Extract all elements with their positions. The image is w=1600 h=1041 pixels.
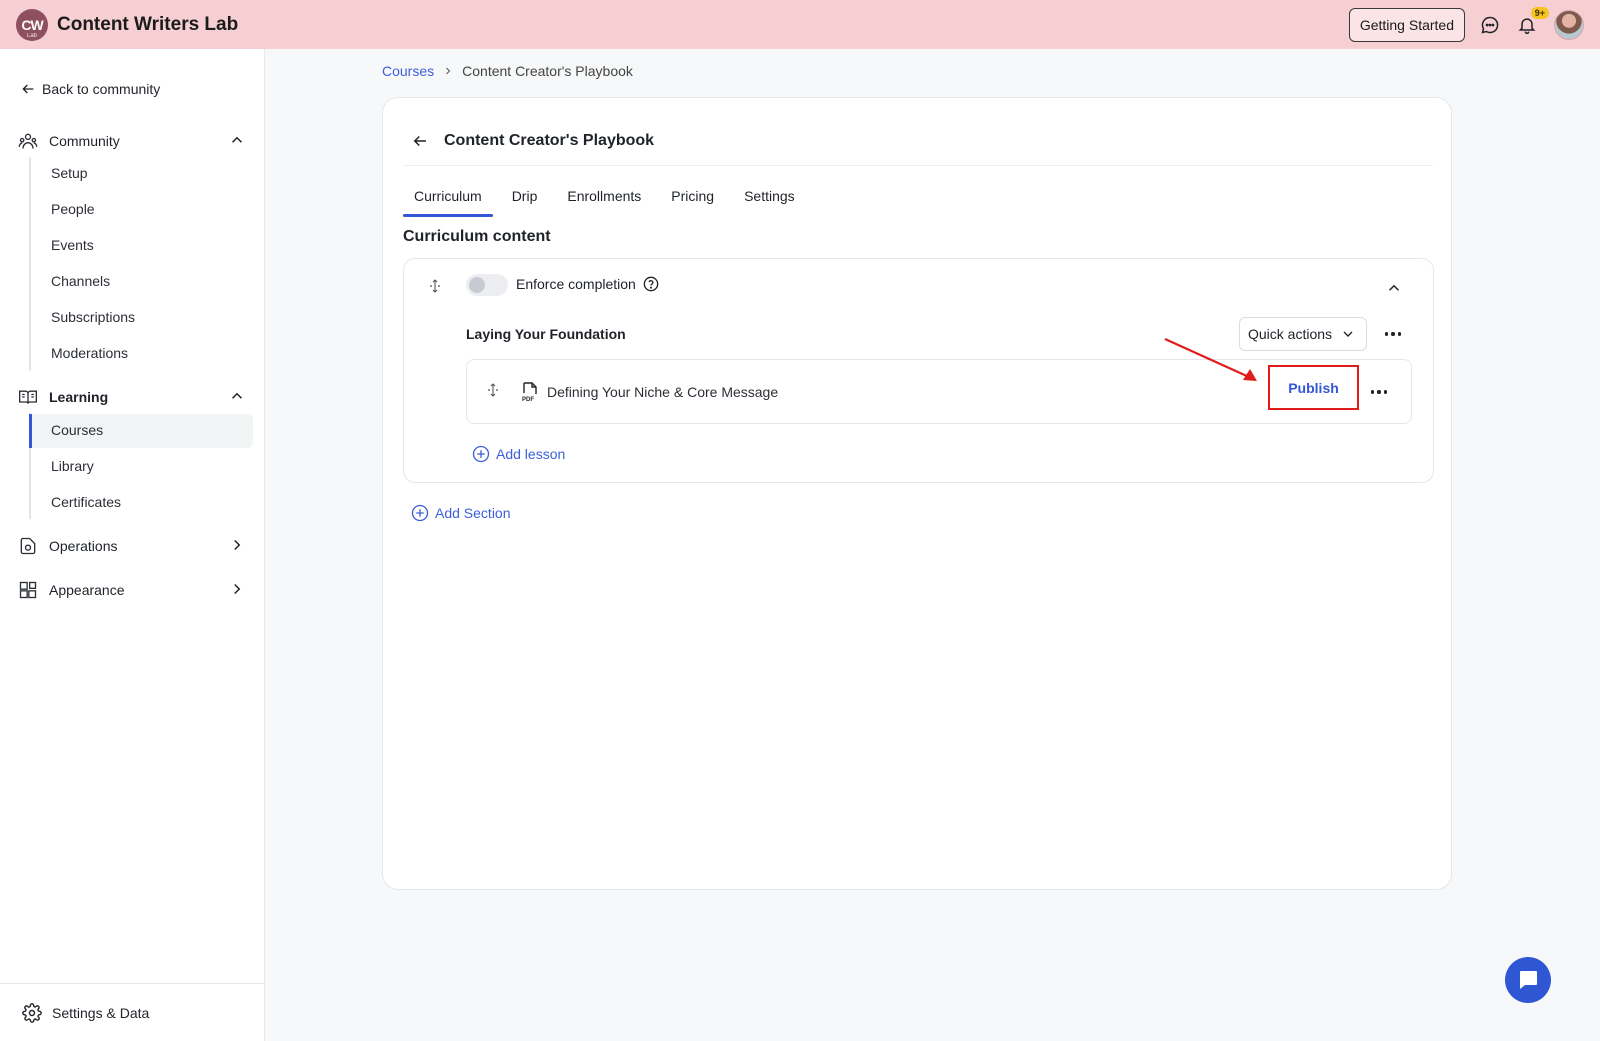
community-logo[interactable]: CW Lab (16, 8, 48, 41)
sidebar-section-community-label: Community (49, 133, 120, 149)
community-tree-line (29, 157, 31, 371)
back-link-label: Back to community (42, 81, 161, 97)
svg-text:PDF: PDF (522, 397, 534, 402)
sidebar-section-learning[interactable]: Learning (18, 387, 248, 407)
sidebar-section-appearance[interactable]: Appearance (18, 580, 248, 600)
book-icon (19, 390, 37, 404)
sidebar-item-subscriptions[interactable]: Subscriptions (51, 309, 135, 325)
chat-bubble-icon (1520, 971, 1537, 989)
sidebar-section-operations[interactable]: Operations (18, 536, 248, 556)
sidebar: Back to community Community Setup People… (0, 49, 265, 1041)
enforce-completion-label: Enforce completion (516, 276, 636, 292)
sidebar-item-moderations[interactable]: Moderations (51, 345, 128, 361)
tab-drip[interactable]: Drip (501, 186, 549, 216)
notification-badge: 9+ (1530, 7, 1549, 19)
back-to-community-link[interactable]: Back to community (20, 81, 160, 97)
logo-text: CW (21, 16, 43, 33)
bell-icon[interactable]: 9+ (1515, 7, 1549, 37)
appearance-icon (19, 581, 37, 599)
chevron-up-icon[interactable] (228, 131, 246, 149)
gear-icon (22, 1002, 42, 1023)
chevron-down-icon (1343, 331, 1353, 337)
plus-circle-icon (472, 445, 490, 463)
sidebar-item-setup[interactable]: Setup (51, 165, 88, 181)
arrow-left-icon (22, 84, 34, 94)
tab-enrollments[interactable]: Enrollments (556, 186, 652, 216)
chevron-right-icon[interactable] (228, 536, 246, 554)
top-bar: CW Lab Content Writers Lab Getting Start… (0, 0, 1600, 49)
add-section-button[interactable]: Add Section (411, 504, 511, 522)
breadcrumb-courses-link[interactable]: Courses (382, 63, 434, 79)
back-arrow-icon[interactable] (411, 132, 429, 150)
community-icon (18, 133, 38, 149)
course-title: Content Creator's Playbook (444, 131, 655, 149)
tab-settings[interactable]: Settings (733, 186, 806, 216)
toggle-knob (469, 277, 485, 293)
add-lesson-button[interactable]: Add lesson (472, 445, 565, 463)
section-name: Laying Your Foundation (466, 326, 626, 342)
add-section-label: Add Section (435, 505, 511, 521)
drag-handle-icon[interactable] (427, 278, 443, 294)
chevron-right-icon (446, 67, 451, 75)
sidebar-item-certificates[interactable]: Certificates (51, 494, 121, 510)
settings-data-label: Settings & Data (52, 1004, 150, 1021)
top-bar-actions: Getting Started 9+ (1348, 7, 1584, 42)
help-circle-icon[interactable] (643, 276, 659, 292)
brand-name[interactable]: Content Writers Lab (57, 14, 238, 36)
section-more-icon[interactable] (1381, 322, 1405, 346)
drag-handle-icon[interactable] (485, 382, 501, 398)
course-card: Content Creator's Playbook Curriculum Dr… (382, 97, 1452, 890)
add-lesson-label: Add lesson (496, 446, 566, 462)
annotation-arrow-icon (1164, 337, 1257, 381)
getting-started-button[interactable]: Getting Started (1348, 8, 1465, 42)
course-tabs: Curriculum Drip Enrollments Pricing Sett… (403, 186, 814, 217)
sidebar-item-channels[interactable]: Channels (51, 273, 110, 289)
curriculum-section: Enforce completion Laying Your Foundatio… (403, 258, 1434, 483)
tab-curriculum[interactable]: Curriculum (403, 186, 493, 217)
lesson-title: Defining Your Niche & Core Message (547, 384, 779, 400)
chevron-up-icon[interactable] (1385, 279, 1403, 297)
sidebar-item-events[interactable]: Events (51, 237, 94, 253)
sidebar-section-learning-label: Learning (49, 389, 109, 405)
sidebar-section-community[interactable]: Community (18, 131, 248, 151)
tab-pricing[interactable]: Pricing (660, 186, 725, 216)
enforce-completion: Enforce completion (516, 276, 659, 292)
course-header: Content Creator's Playbook (403, 116, 1433, 166)
settings-data-link[interactable]: Settings & Data (0, 983, 264, 1041)
sidebar-item-people[interactable]: People (51, 201, 95, 217)
pdf-file-icon: PDF (522, 382, 537, 402)
chevron-right-icon[interactable] (228, 580, 246, 598)
breadcrumb: Courses Content Creator's Playbook (382, 63, 633, 79)
enforce-completion-toggle[interactable] (466, 274, 508, 296)
curriculum-content-heading: Curriculum content (403, 228, 551, 245)
breadcrumb-current: Content Creator's Playbook (462, 63, 633, 79)
sidebar-section-operations-label: Operations (49, 538, 118, 554)
sidebar-item-courses[interactable]: Courses (51, 422, 103, 438)
sidebar-item-library[interactable]: Library (51, 458, 94, 474)
logo-subtext: Lab (26, 32, 37, 39)
plus-circle-icon (411, 504, 429, 522)
publish-button[interactable]: Publish (1268, 365, 1359, 410)
operations-icon (20, 537, 36, 555)
sidebar-section-appearance-label: Appearance (49, 582, 125, 598)
user-avatar[interactable] (1554, 10, 1584, 40)
chevron-up-icon[interactable] (228, 387, 246, 405)
chat-icon[interactable] (1478, 13, 1502, 37)
support-chat-button[interactable] (1505, 957, 1551, 1003)
lesson-more-icon[interactable] (1367, 380, 1391, 404)
lesson-row[interactable]: PDF Defining Your Niche & Core Message P… (466, 359, 1412, 424)
